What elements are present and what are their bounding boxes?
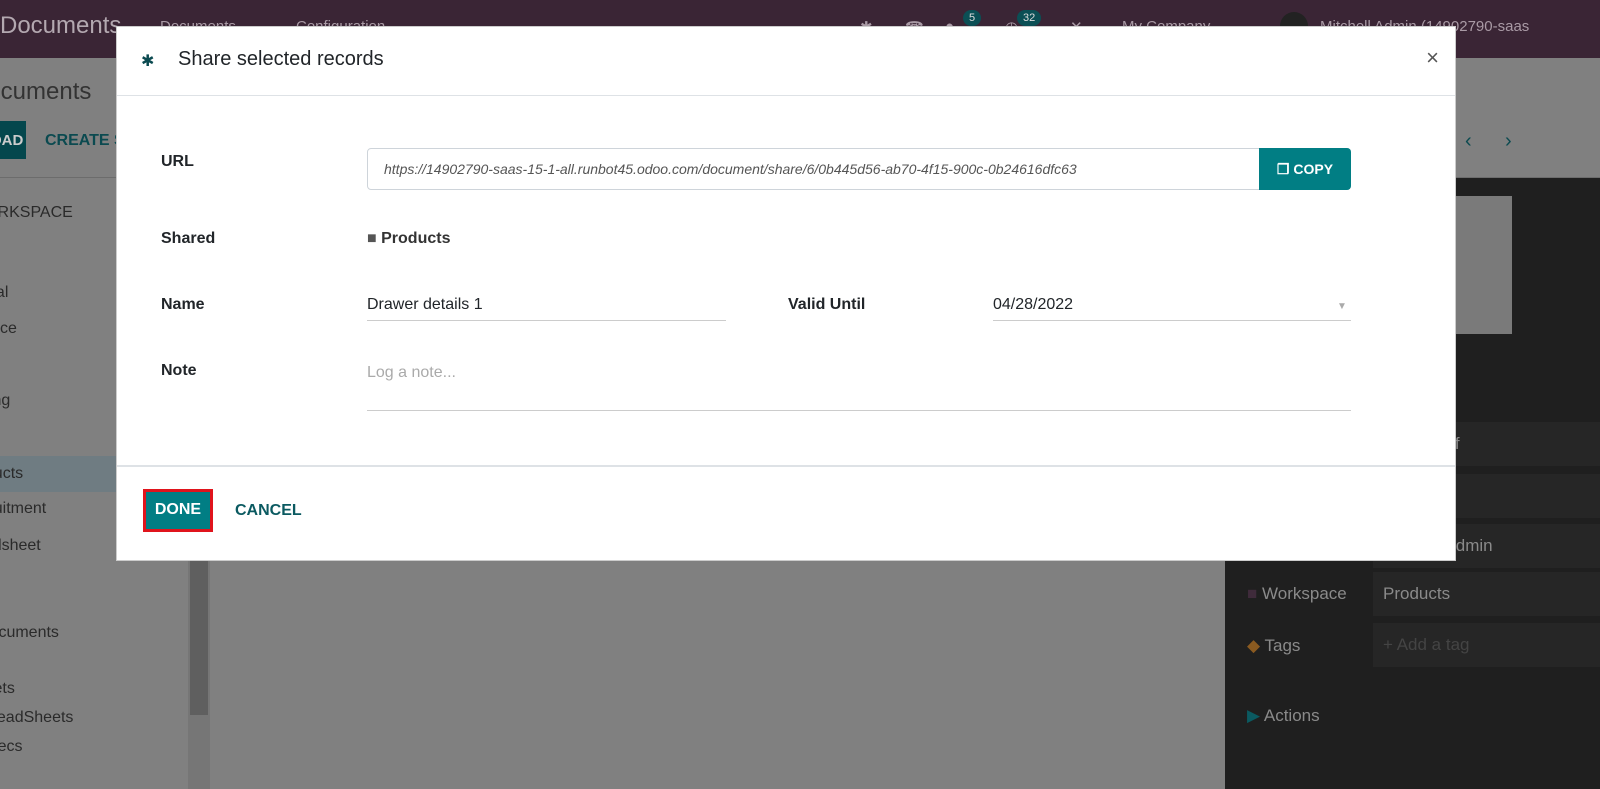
activity-badge: 32 bbox=[1017, 10, 1042, 26]
valid-until-label: Valid Until bbox=[788, 296, 866, 313]
chat-badge: 5 bbox=[963, 10, 982, 26]
sidebar-item[interactable]: Documents bbox=[0, 624, 59, 642]
note-label: Note bbox=[161, 362, 197, 379]
shared-folder-name: Products bbox=[381, 230, 451, 247]
sidebar-item-active[interactable]: Products bbox=[0, 465, 23, 483]
copy-label: COPY bbox=[1293, 160, 1334, 177]
app-name[interactable]: Documents bbox=[0, 12, 121, 40]
sidebar-item[interactable]: Specs bbox=[0, 738, 22, 756]
shared-label: Shared bbox=[161, 230, 216, 247]
sidebar-item[interactable]: SpreadSheets bbox=[0, 709, 73, 727]
name-label: Name bbox=[161, 296, 205, 313]
url-label: URL bbox=[161, 153, 194, 170]
upload-button[interactable]: UPLOAD bbox=[0, 121, 26, 159]
sidebar-item[interactable]: Finance bbox=[0, 320, 17, 338]
sidebar-item[interactable]: Marketing bbox=[0, 392, 10, 410]
close-icon[interactable]: × bbox=[1426, 45, 1439, 71]
tags-label: ◆ Tags bbox=[1247, 636, 1300, 656]
sidebar-item[interactable]: Internal bbox=[0, 284, 8, 302]
folder-icon: ■ bbox=[1247, 584, 1258, 603]
dialog-title: Share selected records bbox=[178, 48, 384, 70]
dropdown-icon[interactable]: ▼ bbox=[1337, 301, 1347, 312]
shared-value[interactable]: ■ Products bbox=[367, 230, 450, 248]
page-title: Documents bbox=[0, 78, 92, 105]
workspace-label: ■ Workspace bbox=[1247, 584, 1347, 604]
valid-until-input[interactable]: 04/28/2022 bbox=[993, 296, 1351, 321]
dialog-footer-divider bbox=[117, 465, 1455, 467]
sidebar-item[interactable]: Spreadsheet bbox=[0, 537, 41, 555]
copy-button[interactable]: ❐ COPY bbox=[1259, 148, 1351, 190]
actions-label: Actions bbox=[1263, 706, 1320, 725]
actions-toggle[interactable]: ▶ Actions bbox=[1247, 706, 1320, 726]
caret-right-icon: ▶ bbox=[1247, 706, 1261, 725]
copy-icon: ❐ bbox=[1276, 160, 1290, 177]
scrollbar-thumb[interactable] bbox=[190, 540, 208, 715]
upload-label: UPLOAD bbox=[0, 132, 24, 149]
sidebar-heading: WORKSPACE bbox=[0, 204, 73, 221]
sidebar-item[interactable]: Sheets bbox=[0, 680, 15, 698]
workspace-field[interactable]: Products bbox=[1373, 572, 1600, 616]
debug-icon: ✱ bbox=[141, 53, 155, 70]
sidebar-item[interactable]: Recruitment bbox=[0, 500, 46, 518]
note-input[interactable]: Log a note... bbox=[367, 364, 1351, 411]
folder-icon: ■ bbox=[367, 230, 377, 247]
cancel-button[interactable]: CANCEL bbox=[235, 502, 302, 520]
next-icon[interactable]: › bbox=[1505, 130, 1512, 153]
tag-icon: ◆ bbox=[1247, 636, 1261, 655]
share-dialog: ✱ Share selected records × URL https://1… bbox=[116, 26, 1456, 561]
dialog-header: ✱ Share selected records × bbox=[117, 27, 1455, 96]
tags-label-text: Tags bbox=[1264, 636, 1301, 655]
done-button[interactable]: DONE bbox=[143, 489, 213, 532]
workspace-label-text: Workspace bbox=[1262, 584, 1347, 603]
url-field[interactable]: https://14902790-saas-15-1-all.runbot45.… bbox=[367, 148, 1351, 190]
tags-input[interactable]: + Add a tag bbox=[1373, 623, 1600, 667]
prev-icon[interactable]: ‹ bbox=[1465, 130, 1472, 153]
name-input[interactable]: Drawer details 1 bbox=[367, 296, 726, 321]
